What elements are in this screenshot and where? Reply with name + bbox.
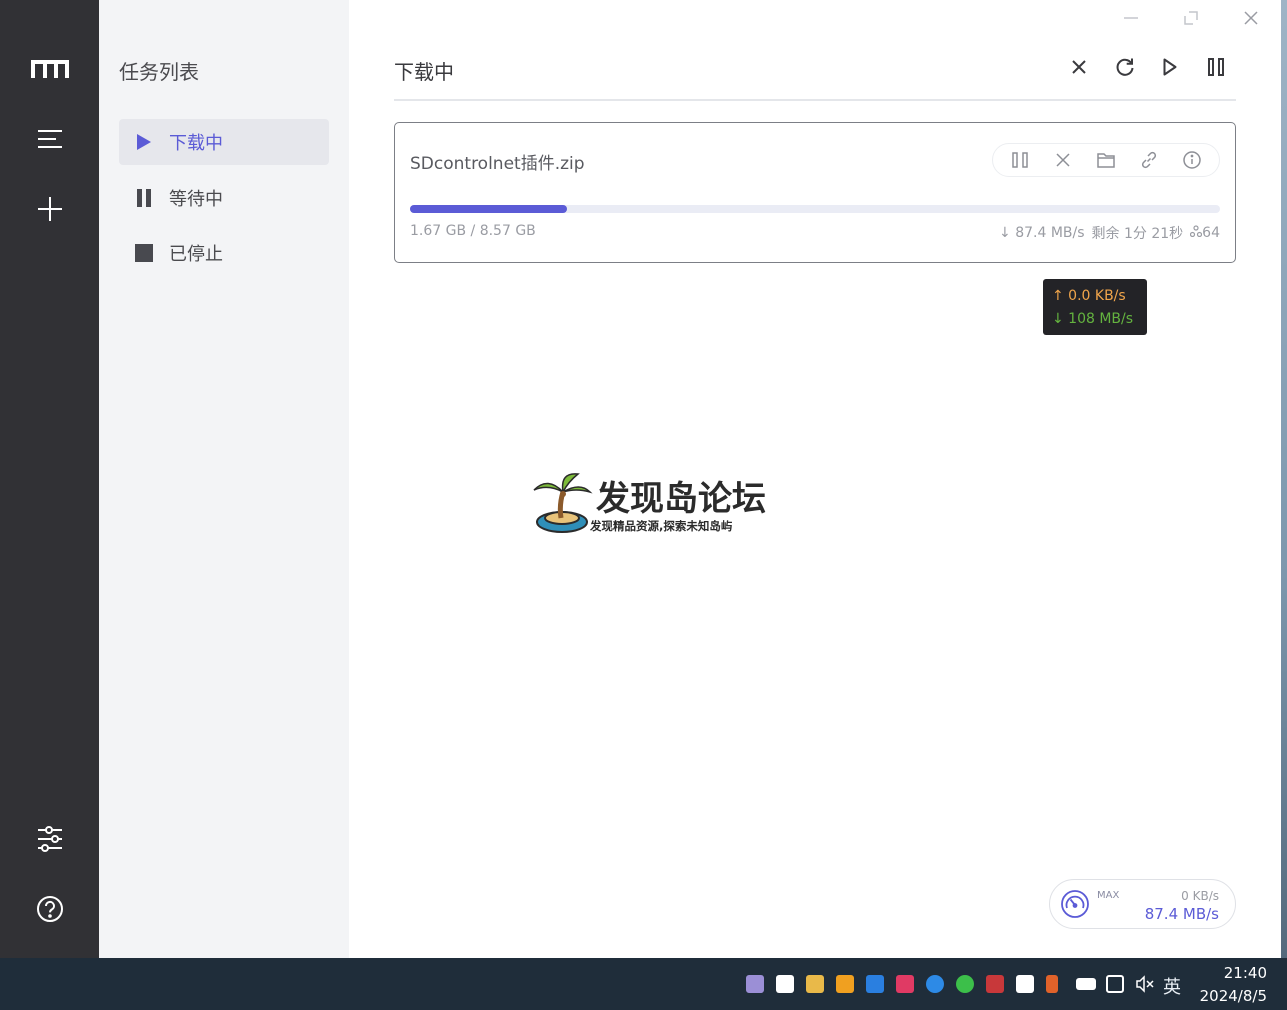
play-icon <box>1163 58 1177 80</box>
app-tray-icon[interactable] <box>746 975 764 993</box>
delete-icon[interactable] <box>1050 147 1076 173</box>
connections: 64 <box>1190 225 1220 241</box>
pause-icon <box>1208 58 1224 80</box>
refresh-icon <box>1115 57 1135 81</box>
sidebar-item-label: 下载中 <box>169 133 223 154</box>
menu-icon[interactable] <box>30 119 70 159</box>
icon-rail <box>0 0 99 958</box>
task-item[interactable]: SDcontrolnet插件.zip 1.67 GB / 8.57 GB ↓ 8… <box>394 122 1236 263</box>
speedometer-icon <box>1060 889 1090 923</box>
link-icon[interactable] <box>1136 147 1162 173</box>
svg-text:发现岛论坛: 发现岛论坛 <box>596 479 766 519</box>
speed-limit-widget[interactable]: MAX 0 KB/s 87.4 MB/s <box>1049 879 1236 929</box>
sidebar-title: 任务列表 <box>119 60 199 84</box>
task-stats: ↓ 87.4 MB/s 剩余 1分 21秒 64 <box>999 223 1220 243</box>
app-tray-icon[interactable] <box>1016 975 1034 993</box>
help-icon[interactable] <box>30 889 70 929</box>
pause-icon <box>119 189 169 207</box>
task-size: 1.67 GB / 8.57 GB <box>410 223 536 239</box>
sidebar-item-waiting[interactable]: 等待中 <box>119 175 329 221</box>
network-icon[interactable] <box>1106 975 1124 993</box>
header-divider <box>394 99 1236 101</box>
main-panel: 下载中 SDcontrolnet插件.zip 1.67 GB / 8.57 GB… <box>349 0 1287 958</box>
minimize-icon[interactable] <box>1119 6 1143 30</box>
desktop-background <box>1281 0 1287 958</box>
task-name: SDcontrolnet插件.zip <box>410 154 585 174</box>
task-actions <box>992 143 1220 177</box>
shield-tray-icon[interactable] <box>836 975 854 993</box>
progress-bar <box>410 205 1220 213</box>
close-icon <box>1071 59 1087 79</box>
resume-all-button[interactable] <box>1155 54 1185 84</box>
settings-sliders-icon[interactable] <box>30 819 70 859</box>
speed-download: 87.4 MB/s <box>1144 905 1219 923</box>
app-tray-icon[interactable] <box>1046 975 1058 993</box>
page-title: 下载中 <box>394 60 454 84</box>
play-icon <box>119 133 169 151</box>
speed-max-label: MAX <box>1097 890 1120 901</box>
app-tray-icon[interactable] <box>986 975 1004 993</box>
battery-icon[interactable] <box>1076 978 1096 990</box>
refresh-button[interactable] <box>1110 54 1140 84</box>
sidebar-item-downloading[interactable]: 下载中 <box>119 119 329 165</box>
cloud-tray-icon[interactable] <box>926 975 944 993</box>
sidebar-item-stopped[interactable]: 已停止 <box>119 230 329 276</box>
clock[interactable]: 21:40 2024/8/5 <box>1200 962 1267 1008</box>
taskbar: 英 21:40 2024/8/5 <box>0 958 1287 1010</box>
add-icon[interactable] <box>30 189 70 229</box>
connections-icon <box>1190 225 1203 238</box>
watermark-logo: 发现岛论坛 发现精品资源,探索未知岛屿 <box>532 470 767 540</box>
ime-indicator[interactable]: 英 <box>1163 973 1181 999</box>
tooltip-download: ↓ 108 MB/s <box>1052 311 1134 327</box>
info-icon[interactable] <box>1179 147 1205 173</box>
progress-fill <box>410 205 568 213</box>
delete-all-button[interactable] <box>1064 54 1094 84</box>
download-speed: ↓ 87.4 MB/s <box>999 225 1085 241</box>
app-logo-icon[interactable] <box>30 49 70 89</box>
task-sidebar: 任务列表 下载中 等待中 已停止 <box>99 0 349 958</box>
app-tray-icon[interactable] <box>896 975 914 993</box>
folder-tray-icon[interactable] <box>806 975 824 993</box>
pause-icon[interactable] <box>1007 147 1033 173</box>
maximize-icon[interactable] <box>1179 6 1203 30</box>
volume-muted-icon[interactable] <box>1136 975 1154 993</box>
speed-upload: 0 KB/s <box>1181 889 1219 903</box>
close-window-icon[interactable] <box>1239 6 1263 30</box>
sidebar-item-label: 已停止 <box>169 244 223 265</box>
remaining-time: 剩余 1分 21秒 <box>1091 226 1184 242</box>
connections-count: 64 <box>1202 225 1220 241</box>
stop-icon <box>119 244 169 262</box>
clock-time: 21:40 <box>1223 964 1267 982</box>
tooltip-upload: ↑ 0.0 KB/s <box>1052 288 1126 304</box>
app-window: 任务列表 下载中 等待中 已停止 下载中 SDcontrolnet插件.zip … <box>0 0 1287 1010</box>
wechat-tray-icon[interactable] <box>956 975 974 993</box>
pause-all-button[interactable] <box>1201 54 1231 84</box>
clock-date: 2024/8/5 <box>1199 987 1267 1005</box>
sidebar-item-label: 等待中 <box>169 189 223 210</box>
box-tray-icon[interactable] <box>866 975 884 993</box>
speed-tooltip: ↑ 0.0 KB/s ↓ 108 MB/s <box>1043 279 1147 335</box>
folder-icon[interactable] <box>1093 147 1119 173</box>
svg-text:发现精品资源,探索未知岛屿: 发现精品资源,探索未知岛屿 <box>589 519 733 533</box>
app-tray-icon[interactable] <box>776 975 794 993</box>
